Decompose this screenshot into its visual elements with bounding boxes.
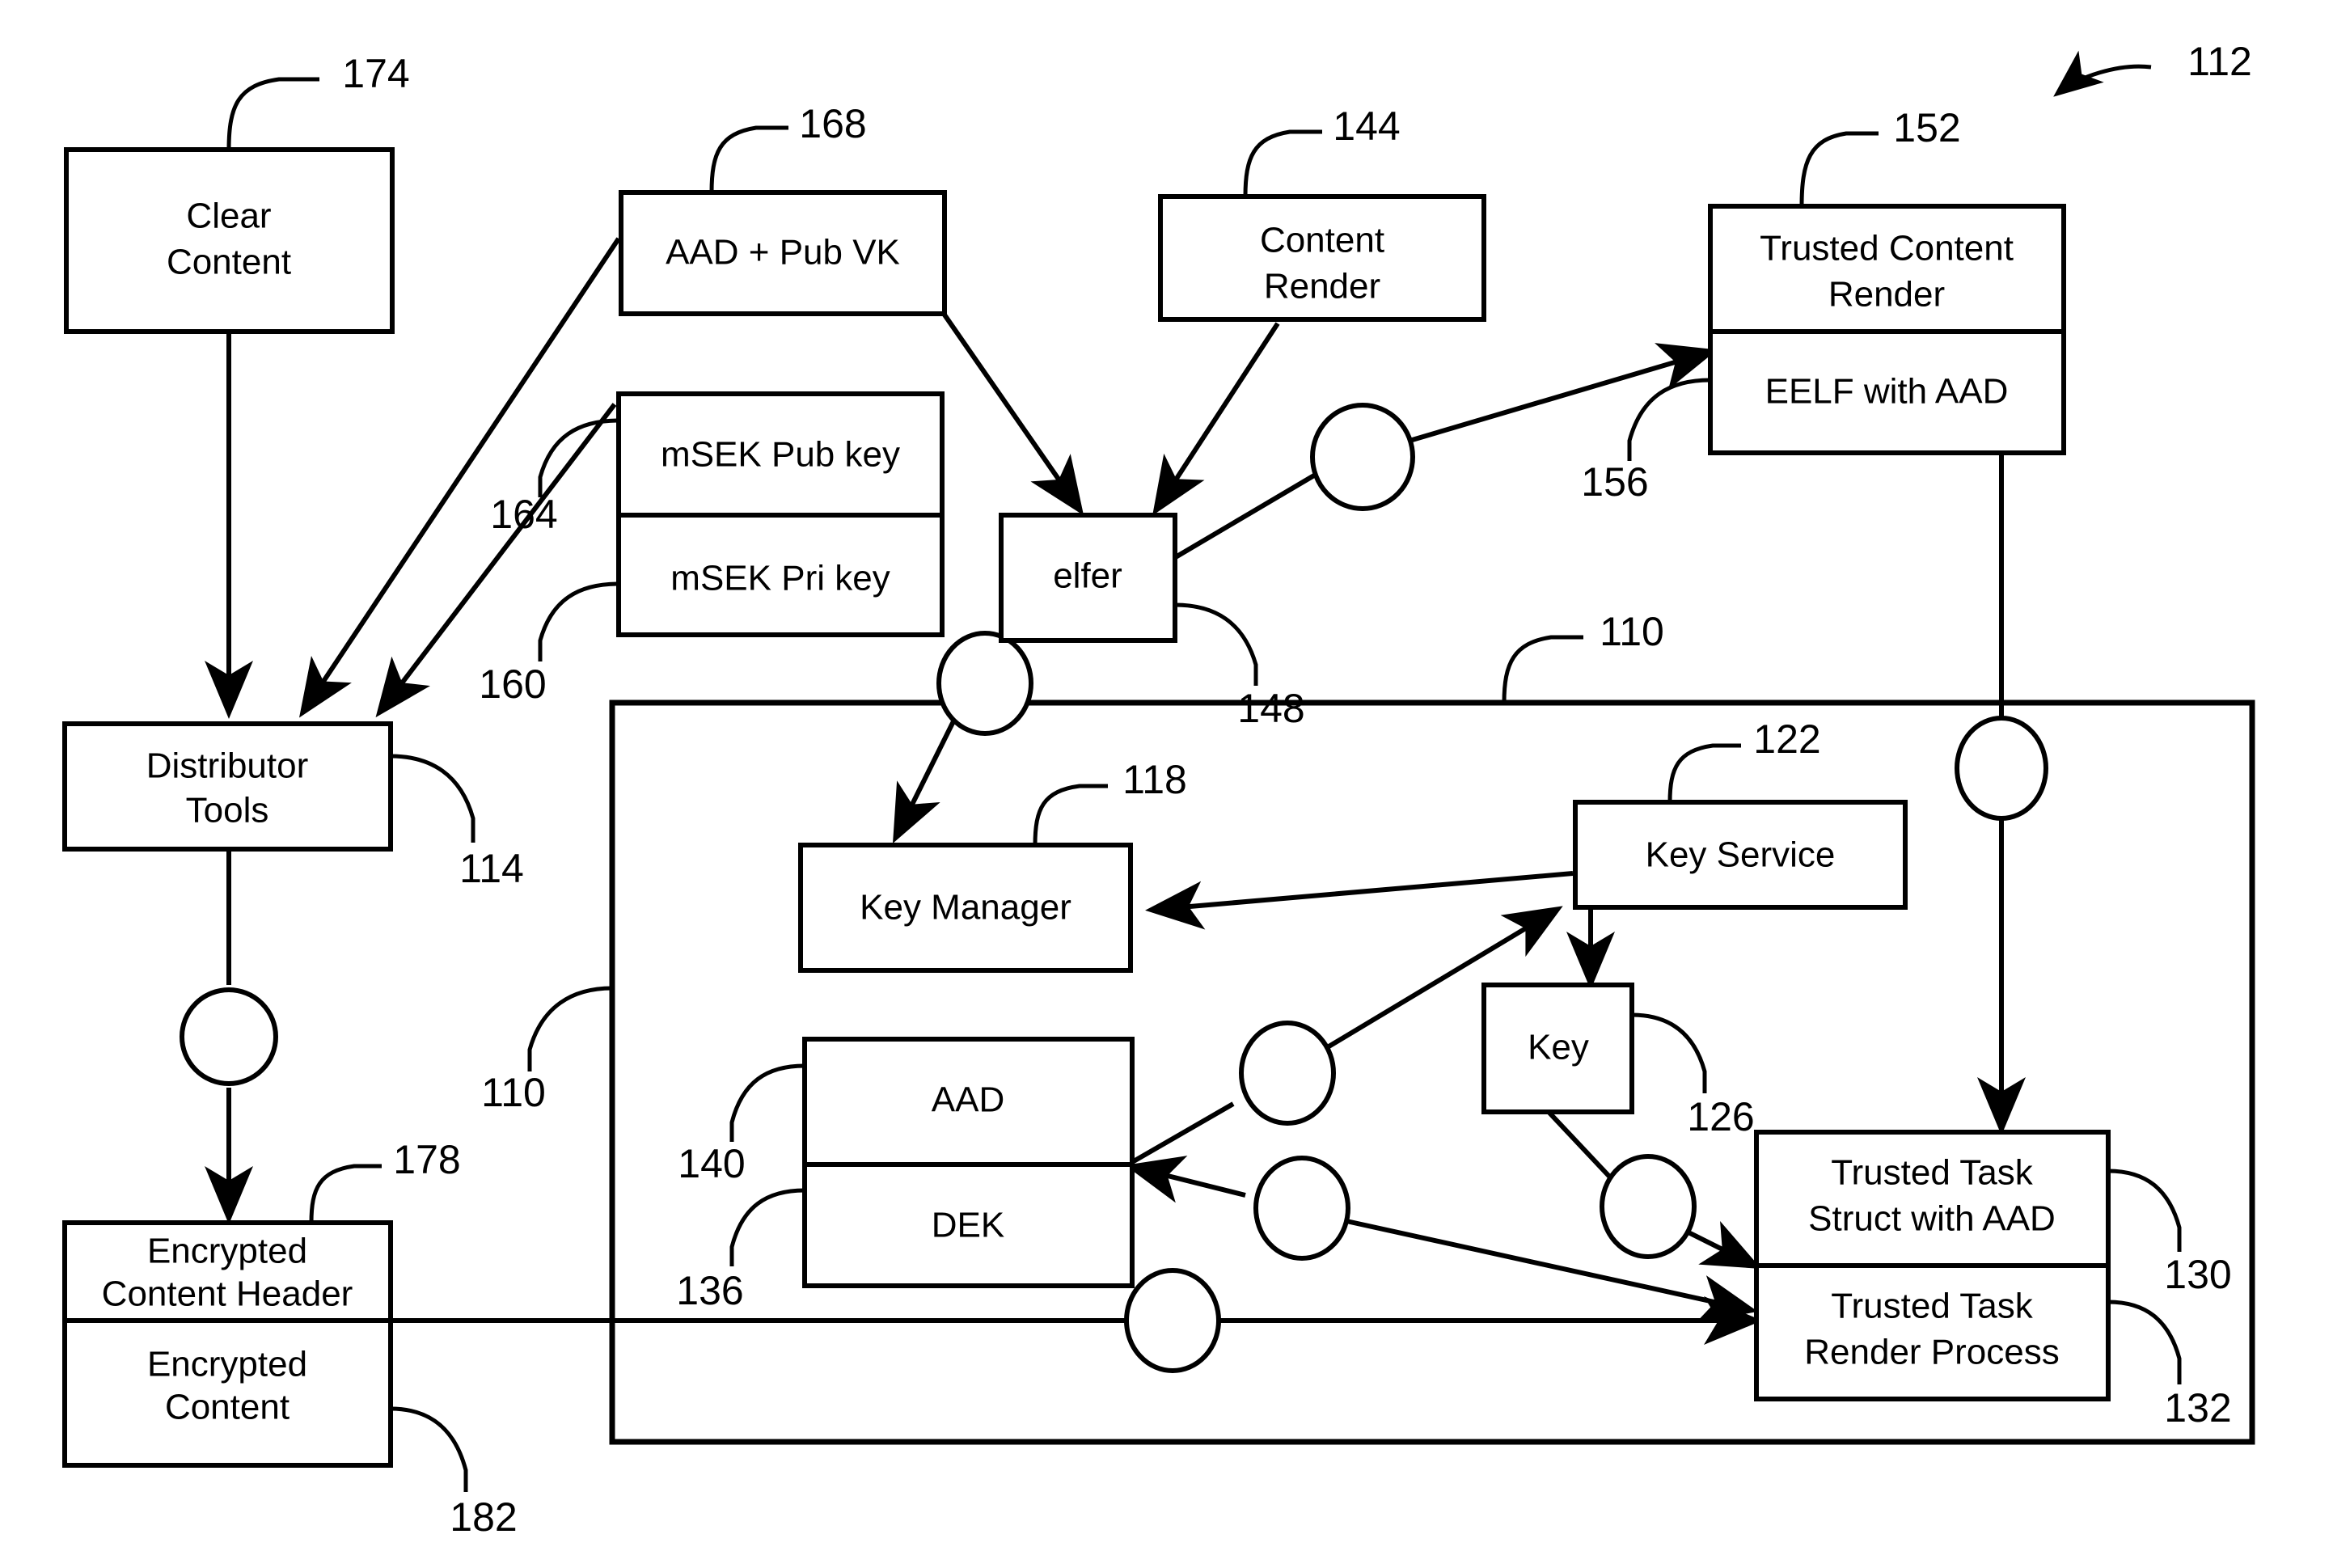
leader-126 (1631, 1012, 1707, 1093)
box-dek-label: DEK (932, 1206, 1004, 1245)
ref-144: 144 (1333, 104, 1400, 149)
box-content-render-label-line1: Content (1260, 221, 1384, 260)
ref-174: 174 (342, 51, 409, 96)
ref-126: 126 (1687, 1094, 1754, 1139)
connector-contentrender-to-elfer (1152, 322, 1280, 516)
box-key-label: Key (1528, 1028, 1589, 1067)
node-circle-dek-to-task (1253, 1156, 1350, 1261)
leader-160 (538, 581, 619, 661)
box-encrypted-content-header-label-line1: Encrypted (147, 1232, 307, 1271)
ref-118: 118 (1122, 757, 1187, 802)
node-circle-render-to-task (1955, 716, 2048, 821)
ref-156: 156 (1581, 459, 1648, 505)
connector-aaddek-to-node-d (1126, 1101, 1235, 1167)
leader-140 (729, 1063, 805, 1142)
diagram-svg: Clear Content AAD + Pub VK Content Rende… (62, 39, 2255, 1540)
box-clear-content (64, 147, 395, 334)
leader-148 (1174, 602, 1258, 686)
connector-elfer-to-node-a (1173, 471, 1320, 560)
ref-164: 164 (490, 492, 557, 537)
ref-110-left: 110 (481, 1070, 546, 1115)
ref-182: 182 (450, 1494, 517, 1540)
box-trusted-task-render-label-line1: Trusted Task (1831, 1287, 2033, 1326)
ref-178: 178 (393, 1137, 460, 1182)
leader-168 (709, 125, 788, 193)
connector-key-to-node-f (1546, 1109, 1616, 1183)
box-eelf-with-aad-label: EELF with AAD (1765, 372, 2009, 412)
box-clear-content-label-line1: Clear (186, 197, 271, 236)
box-msek-pri-key-label: mSEK Pri key (670, 559, 890, 598)
leader-118 (1033, 784, 1108, 846)
box-elfer-label: elfer (1053, 556, 1122, 596)
box-key-manager-label: Key Manager (860, 888, 1071, 928)
box-distributor-tools (62, 721, 393, 852)
connector-node-b-to-key-manager (892, 718, 957, 844)
ref-160: 160 (479, 661, 546, 707)
box-aad-pub-vk-label: AAD + Pub VK (666, 233, 900, 273)
ref-130: 130 (2164, 1252, 2231, 1297)
box-encrypted-content-label-line1: Encrypted (147, 1345, 307, 1384)
connector-node-a-to-trusted-content-render (1409, 343, 1718, 443)
box-msek-pub-key-label: mSEK Pub key (661, 435, 900, 475)
ref-168: 168 (799, 101, 866, 146)
box-trusted-content-render-label-line1: Trusted Content (1760, 229, 2014, 268)
box-trusted-task-struct-label-line2: Struct with AAD (1808, 1199, 2056, 1239)
leader-112 (2053, 50, 2152, 97)
box-trusted-task-render-label-line2: Render Process (1804, 1333, 2059, 1372)
box-trusted-content-render-label-line2: Render (1828, 275, 1945, 315)
connector-node-f-to-trusted-task (1680, 1220, 1762, 1270)
box-clear-content-label-line2: Content (167, 243, 291, 282)
box-distributor-tools-label-line1: Distributor (146, 746, 309, 786)
leader-174 (226, 77, 319, 150)
connector-aadpubvk-to-elfer (940, 310, 1084, 516)
box-key-service-label: Key Service (1646, 835, 1836, 875)
node-circle-key-to-task (1600, 1154, 1697, 1259)
box-encrypted-content-header-label-line2: Content Header (102, 1274, 353, 1314)
box-aad-label: AAD (932, 1080, 1004, 1120)
ref-140: 140 (678, 1141, 745, 1186)
node-circle-elfer-to-render (1310, 403, 1415, 511)
ref-136: 136 (676, 1268, 743, 1313)
node-circle-distributor-to-header (180, 987, 278, 1086)
node-circle-aad-to-keyservice (1239, 1021, 1336, 1126)
leader-122 (1667, 743, 1741, 803)
box-encrypted-content-label-line2: Content (165, 1388, 290, 1427)
node-circle-header-to-task (1124, 1268, 1221, 1373)
ref-152: 152 (1893, 105, 1960, 150)
ref-112: 112 (2187, 39, 2252, 84)
leader-114 (390, 754, 475, 843)
box-content-render-label-line2: Render (1264, 267, 1380, 306)
connector-node-e-to-aaddek (1125, 1156, 1246, 1203)
leader-182 (390, 1406, 468, 1492)
ref-132: 132 (2164, 1385, 2231, 1431)
box-distributor-tools-label-line2: Tools (186, 791, 269, 830)
ref-148: 148 (1237, 686, 1304, 731)
leader-136 (729, 1188, 805, 1266)
leader-110-left (527, 986, 613, 1071)
box-trusted-task-struct-label-line1: Trusted Task (1831, 1153, 2033, 1193)
leader-178 (309, 1164, 382, 1224)
leader-144 (1243, 129, 1322, 197)
leader-130 (2107, 1169, 2182, 1252)
connector-key-service-to-key-manager (1145, 871, 1574, 930)
leader-110-top (1502, 635, 1583, 704)
leader-152 (1799, 131, 1879, 207)
leader-156 (1627, 378, 1711, 461)
ref-122: 122 (1753, 716, 1820, 762)
patent-figure-canvas: Clear Content AAD + Pub VK Content Rende… (0, 0, 2333, 1568)
ref-110-top: 110 (1600, 609, 1664, 654)
ref-114: 114 (459, 846, 524, 891)
leader-132 (2107, 1300, 2182, 1384)
node-circle-elfer-to-keymanager (936, 631, 1033, 736)
